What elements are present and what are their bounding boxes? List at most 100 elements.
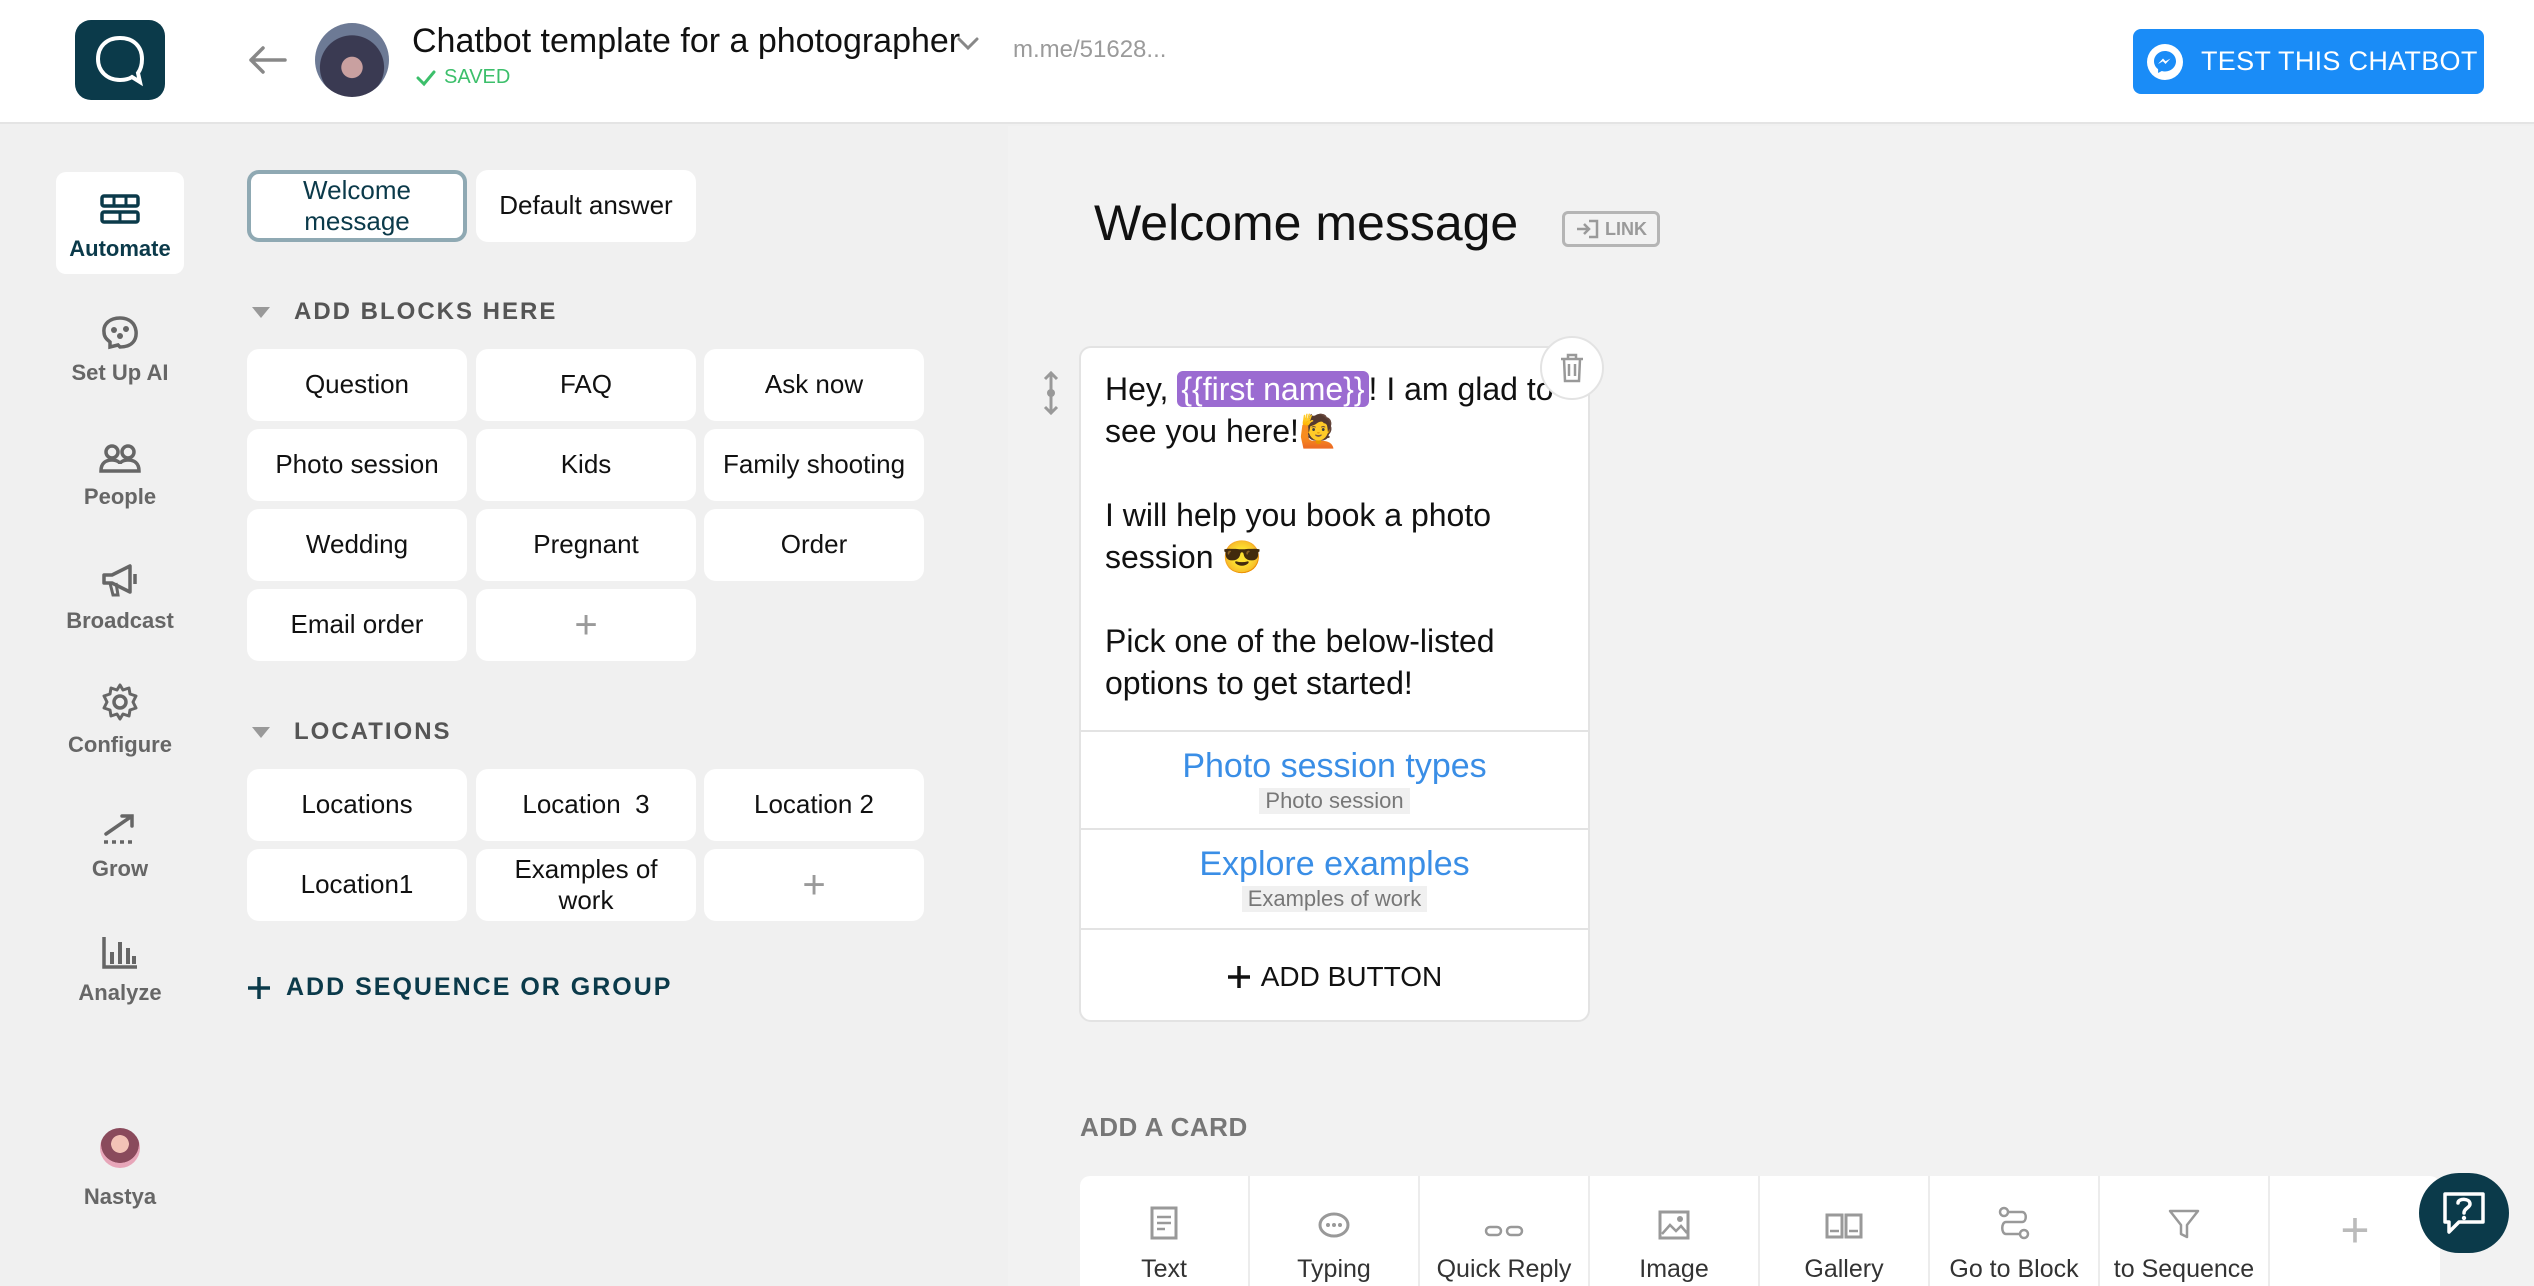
section-locations[interactable]: LOCATIONS xyxy=(252,718,452,746)
block-label: Wedding xyxy=(305,529,409,560)
gear-icon xyxy=(102,683,138,721)
tool-label: Gallery xyxy=(1804,1255,1884,1283)
saved-label: SAVED xyxy=(444,66,511,88)
add-block-button[interactable]: + xyxy=(704,849,924,921)
trash-icon xyxy=(1561,353,1583,383)
variable-tag[interactable]: {{first name}} xyxy=(1177,371,1369,407)
add-gallery-card[interactable]: Gallery xyxy=(1760,1176,1930,1286)
brain-icon xyxy=(102,316,138,350)
add-quick-reply[interactable]: Quick Reply xyxy=(1420,1176,1590,1286)
nav-grow[interactable]: Grow xyxy=(56,792,184,894)
block-item[interactable]: Examples of work xyxy=(476,849,696,921)
block-item[interactable]: Kids xyxy=(476,429,696,501)
tool-label: Quick Reply xyxy=(1436,1255,1572,1283)
plus-icon: + xyxy=(802,863,826,907)
add-button[interactable]: ADD BUTTON xyxy=(1081,928,1588,1020)
help-chat-button[interactable] xyxy=(2419,1173,2509,1253)
nav-broadcast[interactable]: Broadcast xyxy=(56,544,184,646)
quick-reply-icon xyxy=(1484,1225,1524,1237)
card-button[interactable]: Photo session types Photo session xyxy=(1081,730,1588,828)
user-profile[interactable]: Nastya xyxy=(56,1128,184,1210)
left-nav: Automate Set Up AI People Broadcast Conf… xyxy=(0,126,240,1286)
block-item[interactable]: Question xyxy=(247,349,467,421)
block-item[interactable]: Locations xyxy=(247,769,467,841)
nav-analyze[interactable]: Analyze xyxy=(56,916,184,1018)
link-label: LINK xyxy=(1605,218,1647,239)
add-image-card[interactable]: Image xyxy=(1590,1176,1760,1286)
block-label: Email order xyxy=(290,609,424,640)
messenger-icon xyxy=(2147,43,2183,80)
add-sequence-button[interactable]: ADD SEQUENCE OR GROUP xyxy=(246,973,672,1002)
add-go-to-block[interactable]: Go to Block xyxy=(1930,1176,2100,1286)
card-button[interactable]: Explore examples Examples of work xyxy=(1081,828,1588,926)
more-cards-button[interactable]: + xyxy=(2270,1176,2440,1286)
nav-configure[interactable]: Configure xyxy=(56,668,184,770)
card-toolbar: Text Typing Quick Reply Image Gallery Go… xyxy=(1080,1176,2440,1286)
text-segment: Hey, xyxy=(1105,371,1178,407)
drag-handle-icon[interactable] xyxy=(1040,370,1062,416)
link-in-icon xyxy=(1577,219,1599,239)
text-paragraph: Pick one of the below-listed options to … xyxy=(1105,623,1495,701)
nav-label: Grow xyxy=(91,856,149,881)
add-block-button[interactable]: + xyxy=(476,589,696,661)
block-item[interactable]: Wedding xyxy=(247,509,467,581)
block-item[interactable]: Photo session xyxy=(247,429,467,501)
bot-title[interactable]: Chatbot template for a photographer xyxy=(412,22,960,61)
nav-people[interactable]: People xyxy=(56,420,184,522)
bar-chart-icon xyxy=(102,937,137,969)
add-text-card[interactable]: Text xyxy=(1080,1176,1250,1286)
collapse-triangle-icon[interactable] xyxy=(252,726,270,738)
block-item[interactable]: Location 2 xyxy=(704,769,924,841)
messenger-link[interactable]: m.me/51628... xyxy=(1013,36,1166,64)
block-label: Question xyxy=(304,369,410,400)
block-label: Location1 xyxy=(300,869,414,900)
block-label: Photo session xyxy=(275,449,439,480)
saved-status: SAVED xyxy=(416,66,510,89)
section-add-blocks[interactable]: ADD BLOCKS HERE xyxy=(252,298,557,326)
text-doc-icon xyxy=(1150,1206,1178,1240)
block-label: Locations xyxy=(301,789,413,820)
back-arrow-icon[interactable] xyxy=(245,40,289,80)
card-button-target: Photo session xyxy=(1259,787,1410,814)
block-item[interactable]: Family shooting xyxy=(704,429,924,501)
go-to-block-icon xyxy=(1998,1206,2030,1240)
flow-icon xyxy=(100,194,140,224)
block-title[interactable]: Welcome message xyxy=(1094,194,1518,252)
top-bar: Chatbot template for a photographer SAVE… xyxy=(0,0,2534,124)
check-icon xyxy=(416,70,436,86)
nav-set-up-ai[interactable]: Set Up AI xyxy=(56,296,184,398)
test-chatbot-button[interactable]: TEST THIS CHATBOT xyxy=(2133,29,2484,94)
nav-label: Automate xyxy=(69,236,171,261)
block-label: Ask now xyxy=(764,369,864,400)
megaphone-icon xyxy=(102,564,137,597)
block-item[interactable]: Location 3 xyxy=(476,769,696,841)
add-typing-card[interactable]: Typing xyxy=(1250,1176,1420,1286)
block-welcome-message[interactable]: Welcome message xyxy=(247,170,467,242)
section-title: LOCATIONS xyxy=(294,718,452,745)
block-item[interactable]: Location1 xyxy=(247,849,467,921)
collapse-triangle-icon[interactable] xyxy=(252,306,270,318)
section-title: ADD BLOCKS HERE xyxy=(294,298,558,325)
add-to-sequence[interactable]: to Sequence xyxy=(2100,1176,2270,1286)
block-item[interactable]: Ask now xyxy=(704,349,924,421)
tool-label: to Sequence xyxy=(2113,1255,2255,1283)
people-icon xyxy=(99,444,141,473)
app-logo[interactable] xyxy=(75,20,165,100)
nav-automate[interactable]: Automate xyxy=(56,172,184,274)
text-card[interactable]: Hey, {{first name}}! I am glad to see yo… xyxy=(1079,346,1590,1022)
card-text[interactable]: Hey, {{first name}}! I am glad to see yo… xyxy=(1081,348,1588,730)
link-button[interactable]: LINK xyxy=(1562,211,1660,247)
text-paragraph: I will help you book a photo session 😎 xyxy=(1105,497,1492,575)
block-item[interactable]: FAQ xyxy=(476,349,696,421)
plus-icon: + xyxy=(574,603,598,647)
block-label: Kids xyxy=(560,449,612,480)
block-item[interactable]: Order xyxy=(704,509,924,581)
delete-card-button[interactable] xyxy=(1540,336,1604,400)
block-default-answer[interactable]: Default answer xyxy=(476,170,696,242)
card-button-title: Photo session types xyxy=(1182,746,1487,785)
block-item[interactable]: Pregnant xyxy=(476,509,696,581)
chevron-down-icon[interactable] xyxy=(955,34,981,54)
block-label: FAQ xyxy=(559,369,612,400)
image-icon xyxy=(1658,1210,1690,1240)
block-item[interactable]: Email order xyxy=(247,589,467,661)
